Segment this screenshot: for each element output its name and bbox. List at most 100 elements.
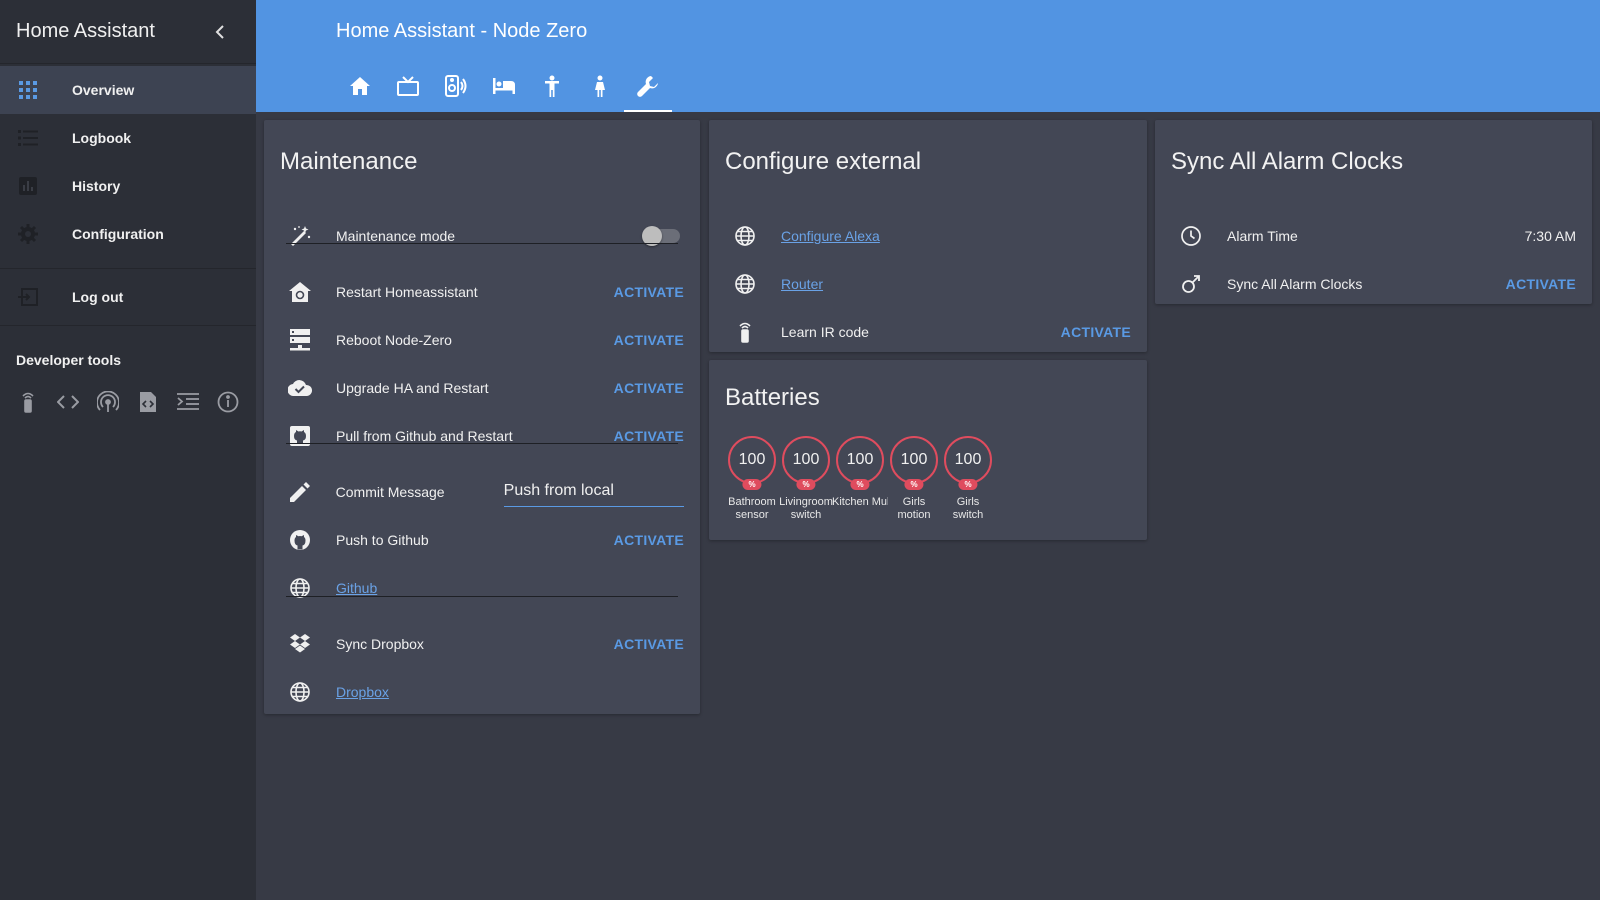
entity-name: Restart Homeassistant (336, 284, 478, 300)
wrench-icon (637, 75, 659, 102)
dropbox-link[interactable]: Dropbox (336, 684, 389, 700)
page-title: Home Assistant - Node Zero (336, 20, 588, 42)
remote-icon[interactable] (16, 390, 40, 414)
tab-bed[interactable] (480, 64, 528, 112)
battery-value: 100 (954, 451, 982, 468)
battery-badge[interactable]: 100 % Girls switch (941, 436, 995, 522)
activate-button[interactable]: ACTIVATE (614, 428, 684, 444)
entity-name: Push to Github (336, 532, 429, 548)
chart-icon (16, 174, 40, 198)
configure-alexa-link[interactable]: Configure Alexa (781, 228, 880, 244)
sidebar-item-logout[interactable]: Log out (0, 273, 256, 321)
activate-button[interactable]: ACTIVATE (1061, 324, 1131, 340)
battery-badge[interactable]: 100 % Kitchen Multisens... (832, 436, 888, 522)
indent-icon[interactable] (176, 390, 200, 414)
tab-female[interactable] (576, 64, 624, 112)
divider (286, 596, 678, 597)
battery-unit: % (904, 479, 924, 490)
alarm-time-row: Alarm Time 7:30 AM (1171, 216, 1576, 256)
server-icon (280, 320, 320, 360)
activate-button[interactable]: ACTIVATE (1506, 276, 1576, 292)
activate-button[interactable]: ACTIVATE (614, 380, 684, 396)
battery-badge[interactable]: 100 % Bathroom sensor (725, 436, 779, 522)
battery-name: Girls motion (897, 496, 931, 521)
tab-tv[interactable] (384, 64, 432, 112)
battery-name: Girls switch (952, 496, 984, 521)
sidebar-item-configuration[interactable]: Configuration (0, 210, 256, 258)
divider (286, 443, 678, 444)
github-link[interactable]: Github (336, 580, 377, 596)
cloud-check-icon (280, 368, 320, 408)
commit-message-input[interactable]: Push from local (503, 478, 684, 507)
router-link[interactable]: Router (781, 276, 823, 292)
entity-name: Upgrade HA and Restart (336, 380, 489, 396)
chevron-left-icon[interactable] (208, 20, 232, 44)
card-title: Sync All Alarm Clocks (1171, 148, 1404, 175)
remote-icon (725, 312, 765, 352)
activate-button[interactable]: ACTIVATE (614, 332, 684, 348)
developer-tools-bar (0, 390, 256, 414)
github-box-icon (280, 416, 320, 456)
sidebar: Home Assistant Overview Logbook History … (0, 0, 256, 900)
sidebar-item-history[interactable]: History (0, 162, 256, 210)
github-icon (280, 520, 320, 560)
dropbox-icon (280, 624, 320, 664)
batteries-card: Batteries 100 % Bathroom sensor 100 % Li… (709, 360, 1147, 540)
sidebar-item-label: Logbook (72, 130, 132, 146)
entity-name: Pull from Github and Restart (336, 428, 513, 444)
file-code-icon[interactable] (136, 390, 160, 414)
view-tabs (336, 64, 672, 112)
battery-value: 100 (792, 451, 820, 468)
apps-icon (16, 78, 40, 102)
activate-button[interactable]: ACTIVATE (614, 284, 684, 300)
sidebar-item-overview[interactable]: Overview (0, 66, 256, 114)
battery-value: 100 (738, 451, 766, 468)
maintenance-mode-toggle[interactable] (642, 226, 680, 246)
divider (286, 243, 678, 244)
globe-icon (725, 216, 765, 256)
pencil-icon (280, 472, 320, 512)
code-icon[interactable] (56, 390, 80, 414)
activate-button[interactable]: ACTIVATE (614, 636, 684, 652)
battery-badge[interactable]: 100 % Girls motion (887, 436, 941, 522)
info-icon[interactable] (216, 390, 240, 414)
learn-ir-row: Learn IR code ACTIVATE (725, 312, 1131, 352)
card-title: Maintenance (280, 148, 418, 175)
battery-name: Kitchen Multisens... (832, 496, 888, 508)
sidebar-divider (0, 268, 256, 269)
clock-icon (1171, 216, 1211, 256)
entity-name: Maintenance mode (336, 228, 456, 244)
upgrade-ha-row: Upgrade HA and Restart ACTIVATE (280, 368, 684, 408)
push-github-row: Push to Github ACTIVATE (280, 520, 684, 560)
activate-button[interactable]: ACTIVATE (614, 532, 684, 548)
battery-circle: 100 % (728, 436, 776, 490)
sidebar-header: Home Assistant (0, 0, 256, 64)
tab-speaker[interactable] (432, 64, 480, 112)
list-icon (16, 126, 40, 150)
human-child-icon (543, 75, 561, 102)
battery-badge[interactable]: 100 % Livingroom switch (779, 436, 833, 522)
battery-value: 100 (900, 451, 928, 468)
sidebar-item-label: Configuration (72, 226, 164, 242)
entity-name: Sync All Alarm Clocks (1227, 276, 1363, 292)
globe-icon (280, 568, 320, 608)
alarm-time-value[interactable]: 7:30 AM (1525, 228, 1576, 244)
globe-icon (280, 672, 320, 712)
tab-child[interactable] (528, 64, 576, 112)
alarm-clocks-card: Sync All Alarm Clocks Alarm Time 7:30 AM… (1155, 120, 1592, 304)
tab-maintenance[interactable] (624, 64, 672, 112)
battery-unit: % (796, 479, 816, 490)
home-restart-icon (280, 272, 320, 312)
entity-name: Reboot Node-Zero (336, 332, 452, 348)
restart-homeassistant-row: Restart Homeassistant ACTIVATE (280, 272, 684, 312)
entity-name: Learn IR code (781, 324, 869, 340)
entity-name: Sync Dropbox (336, 636, 424, 652)
dropbox-link-row: Dropbox (280, 672, 684, 712)
maintenance-mode-row: Maintenance mode (280, 216, 684, 256)
broadcast-icon[interactable] (96, 390, 120, 414)
sidebar-item-logbook[interactable]: Logbook (0, 114, 256, 162)
battery-unit: % (742, 479, 762, 490)
wand-icon (280, 216, 320, 256)
pull-github-row: Pull from Github and Restart ACTIVATE (280, 416, 684, 456)
tab-home[interactable] (336, 64, 384, 112)
